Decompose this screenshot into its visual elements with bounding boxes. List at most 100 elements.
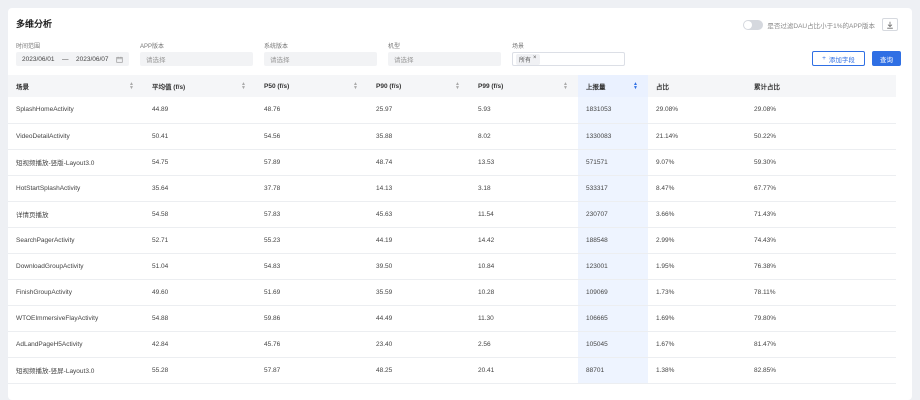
table-cell: 短视频播放-竖版-Layout3.0 <box>8 149 144 176</box>
table-row[interactable]: WTOEImmersiveFlayActivity 54.88 59.86 44.49… <box>8 305 896 332</box>
table-cell: 1330083 <box>578 123 648 150</box>
filter-app-version: APP版本 请选择 <box>140 41 253 66</box>
filter-time-range: 时间范围 2023/06/01 — 2023/06/07 <box>16 41 129 66</box>
table-cell: 109069 <box>578 279 648 306</box>
table-row[interactable]: VideoDetailActivity 50.41 54.56 35.88 8.02 13… <box>8 123 896 150</box>
column-header[interactable]: 累计占比 <box>746 75 896 97</box>
table-cell: 48.25 <box>368 357 470 384</box>
table-cell: 37.78 <box>256 175 368 202</box>
table-cell: 9.07% <box>648 149 746 176</box>
table-cell: 230707 <box>578 201 648 228</box>
table-cell: 57.89 <box>256 149 368 176</box>
tag-close-icon[interactable]: × <box>533 55 537 64</box>
column-header[interactable]: P99 (f/s) ▲ ▼ <box>470 75 578 97</box>
table-cell: 533317 <box>578 175 648 202</box>
table-cell: 10.84 <box>470 253 578 280</box>
table-cell: 81.47% <box>746 331 896 358</box>
table-cell: 123001 <box>578 253 648 280</box>
table-cell: WTOEImmersiveFlayActivity <box>8 305 144 332</box>
table-cell: 52.71 <box>144 227 256 254</box>
download-button[interactable] <box>882 18 898 31</box>
table-row[interactable]: FinishGroupActivity 49.60 51.69 35.59 10.28 1… <box>8 279 896 306</box>
column-header-label: 占比 <box>656 84 669 91</box>
column-header-label: 上报量 <box>586 84 606 91</box>
table-cell: 49.60 <box>144 279 256 306</box>
table-row[interactable]: SplashHomeActivity 44.89 48.76 25.97 5.93 183… <box>8 97 896 124</box>
table-row[interactable]: HotStartSplashActivity 35.64 37.78 14.13 3.1… <box>8 175 896 202</box>
column-header[interactable]: 平均值 (f/s) ▲ ▼ <box>144 75 256 97</box>
table-row[interactable]: 短视频播放-竖版-Layout3.0 54.75 57.89 48.74 13.53 57… <box>8 149 896 176</box>
table-cell: 51.69 <box>256 279 368 306</box>
table-cell: SplashHomeActivity <box>8 97 144 124</box>
table-cell: 29.08% <box>648 97 746 124</box>
filter-scene: 场景 所有 × <box>512 41 625 66</box>
table-cell: 50.22% <box>746 123 896 150</box>
table-cell: 44.49 <box>368 305 470 332</box>
table-cell: 2.56 <box>470 331 578 358</box>
table-row[interactable]: 详情页播放 54.58 57.83 45.63 11.54 230707 3.66% 71.4… <box>8 201 896 228</box>
sort-icon[interactable]: ▲ ▼ <box>563 82 568 91</box>
filter-label: 机型 <box>388 44 401 50</box>
table-cell: 短视频播放-竖屏-Layout3.0 <box>8 357 144 384</box>
dau-filter-toggle[interactable] <box>743 19 764 30</box>
date-start: 2023/06/01 <box>22 55 55 63</box>
table-cell: 8.02 <box>470 123 578 150</box>
table-cell: 54.88 <box>144 305 256 332</box>
table-row[interactable]: SearchPagerActivity 52.71 55.23 44.19 14.42 1… <box>8 227 896 254</box>
sort-icon[interactable]: ▲ ▼ <box>353 82 358 91</box>
table-cell: 57.83 <box>256 201 368 228</box>
table-cell: 1.73% <box>648 279 746 306</box>
table-cell: 76.38% <box>746 253 896 280</box>
table-cell: 71.43% <box>746 201 896 228</box>
column-header[interactable]: 场景 ▲ ▼ <box>8 75 144 97</box>
column-header-label: 场景 <box>16 84 29 91</box>
filter-label: 场景 <box>512 44 525 50</box>
column-header[interactable]: 上报量 ▲ ▼ <box>578 75 648 97</box>
table-cell: 11.30 <box>470 305 578 332</box>
table-cell: 48.74 <box>368 149 470 176</box>
table-cell: 35.59 <box>368 279 470 306</box>
column-header[interactable]: P50 (f/s) ▲ ▼ <box>256 75 368 97</box>
table-row[interactable]: AdLandPageH5Activity 42.84 45.76 23.40 2.56 1… <box>8 331 896 358</box>
table-cell: 3.18 <box>470 175 578 202</box>
scene-tag-label: 所有 <box>519 57 532 64</box>
column-header[interactable]: P90 (f/s) ▲ ▼ <box>368 75 470 97</box>
app-version-select[interactable]: 请选择 <box>140 52 253 66</box>
table-cell: HotStartSplashActivity <box>8 175 144 202</box>
table-cell: 79.80% <box>746 305 896 332</box>
sort-icon[interactable]: ▲ ▼ <box>241 82 246 91</box>
add-field-button[interactable]: + 添加字段 <box>812 51 865 66</box>
sort-icon[interactable]: ▲ ▼ <box>129 82 134 91</box>
table-header-row: 场景 ▲ ▼ 平均值 (f/s) ▲ ▼ P50 (f/s) ▲ ▼ P90 (f/s) ▲ ▼ P99… <box>8 75 896 97</box>
table-cell: 59.30% <box>746 149 896 176</box>
table-cell: 105045 <box>578 331 648 358</box>
os-version-select[interactable]: 请选择 <box>264 52 377 66</box>
table-cell: 39.50 <box>368 253 470 280</box>
table-cell: 55.28 <box>144 357 256 384</box>
table-cell: 14.42 <box>470 227 578 254</box>
date-range-picker[interactable]: 2023/06/01 — 2023/06/07 <box>16 52 129 66</box>
sort-icon[interactable]: ▲ ▼ <box>633 82 638 91</box>
table-row[interactable]: 短视频播放-竖屏-Layout3.0 55.28 57.87 48.25 20.41 88… <box>8 357 896 384</box>
date-end: 2023/06/07 <box>75 55 109 63</box>
table-cell: 55.23 <box>256 227 368 254</box>
table-row[interactable]: DownloadGroupActivity 51.04 54.83 39.50 10.8… <box>8 253 896 280</box>
column-header-label: 平均值 (f/s) <box>152 84 186 91</box>
query-button[interactable]: 查询 <box>872 51 901 66</box>
filter-toggle-group: 是否过滤DAU占比小于1%的APP版本 <box>743 18 898 31</box>
table-cell: 57.87 <box>256 357 368 384</box>
table-cell: 1.95% <box>648 253 746 280</box>
scene-select[interactable]: 所有 × <box>512 52 625 66</box>
column-header[interactable]: 占比 <box>648 75 746 97</box>
page-title: 多维分析 <box>16 19 53 29</box>
table-cell: 20.41 <box>470 357 578 384</box>
sort-icon[interactable]: ▲ ▼ <box>455 82 460 91</box>
table-cell: 23.40 <box>368 331 470 358</box>
table-cell: 8.47% <box>648 175 746 202</box>
table-cell: 14.13 <box>368 175 470 202</box>
table-cell: 51.04 <box>144 253 256 280</box>
table-cell: 详情页播放 <box>8 201 144 228</box>
device-model-select[interactable]: 请选择 <box>388 52 501 66</box>
table-cell: 11.54 <box>470 201 578 228</box>
table-cell: 188548 <box>578 227 648 254</box>
